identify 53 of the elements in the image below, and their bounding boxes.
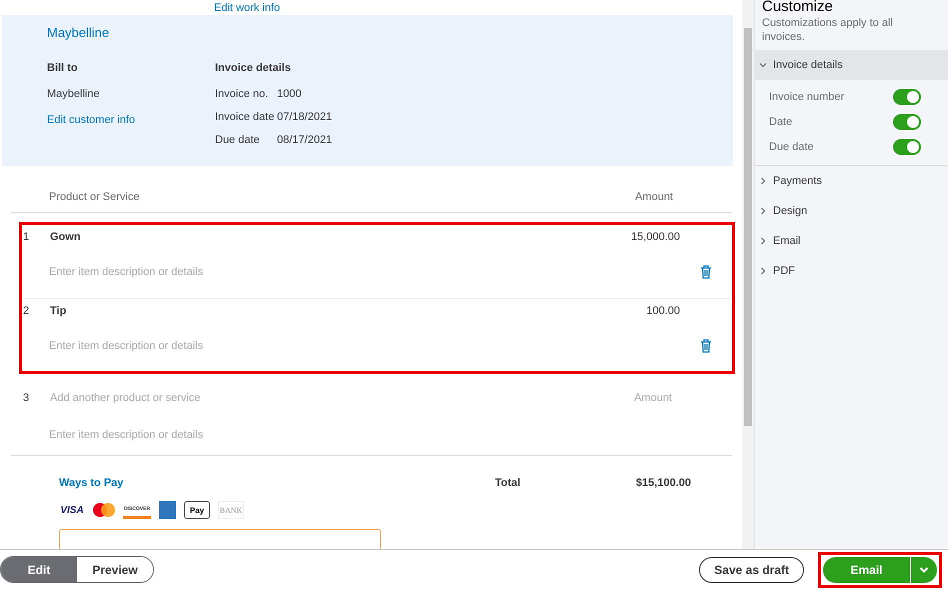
caret-icon bbox=[919, 566, 929, 574]
line-amount[interactable]: 100.00 bbox=[580, 305, 680, 317]
product-name[interactable]: Tip bbox=[50, 305, 580, 317]
line-number: 2 bbox=[22, 305, 30, 317]
mastercard-logo bbox=[93, 503, 115, 517]
chevron-icon bbox=[759, 61, 767, 69]
total-value: $15,100.00 bbox=[636, 477, 691, 491]
section-header[interactable]: PDF bbox=[755, 256, 948, 286]
chevron-icon bbox=[759, 267, 767, 275]
product-name[interactable]: Gown bbox=[50, 231, 580, 243]
ways-to-pay-heading: Ways to Pay bbox=[59, 477, 124, 489]
scrollbar[interactable] bbox=[742, 0, 754, 549]
chevron-icon bbox=[759, 177, 767, 185]
toggle-switch[interactable] bbox=[893, 88, 921, 104]
toggle-label: Invoice number bbox=[769, 90, 844, 102]
field-value: 1000 bbox=[277, 88, 302, 100]
customize-title: Customize bbox=[761, 0, 834, 14]
customer-name: Maybelline bbox=[47, 25, 110, 40]
apple-pay-logo: Pay bbox=[184, 501, 210, 519]
field-label: Invoice date bbox=[215, 111, 276, 123]
edit-work-info-link[interactable]: Edit work info bbox=[214, 2, 280, 14]
trash-icon[interactable] bbox=[700, 265, 712, 279]
bill-to-name: Maybelline bbox=[47, 88, 100, 100]
toggle-switch[interactable] bbox=[893, 114, 921, 130]
trash-icon[interactable] bbox=[700, 339, 712, 353]
line-amount[interactable]: 15,000.00 bbox=[580, 231, 680, 243]
bill-to-heading: Bill to bbox=[47, 62, 78, 74]
customize-subtitle: Customizations apply to all invoices. bbox=[761, 16, 894, 45]
chevron-icon bbox=[759, 237, 767, 245]
column-header: Product or Service bbox=[49, 191, 140, 203]
field-value: 07/18/2021 bbox=[277, 111, 332, 123]
amex-logo bbox=[159, 501, 176, 519]
line-number: 1 bbox=[22, 231, 30, 243]
total-label: Total bbox=[495, 477, 520, 491]
section-header[interactable]: Invoice details bbox=[755, 50, 948, 80]
column-header: Amount bbox=[635, 191, 673, 203]
toggle-label: Date bbox=[769, 116, 792, 128]
field-label: Due date bbox=[215, 134, 261, 146]
toggle-label: Due date bbox=[769, 140, 814, 152]
section-header[interactable]: Email bbox=[755, 226, 948, 256]
field-label: Invoice no. bbox=[215, 88, 270, 100]
chevron-icon bbox=[759, 207, 767, 215]
section-header[interactable]: Payments bbox=[755, 166, 948, 196]
section-header[interactable]: Design bbox=[755, 196, 948, 226]
edit-customer-link[interactable]: Edit customer info bbox=[47, 114, 136, 126]
field-value: 08/17/2021 bbox=[277, 134, 332, 146]
bank-logo: BANK bbox=[218, 501, 244, 519]
invoice-details-heading: Invoice details bbox=[215, 62, 291, 74]
save-draft-button[interactable]: Save as draft bbox=[699, 556, 804, 582]
visa-logo: VISA bbox=[59, 504, 85, 518]
view-tab[interactable]: Edit bbox=[1, 557, 77, 582]
line-number: 3 bbox=[22, 392, 30, 404]
toggle-switch[interactable] bbox=[893, 138, 921, 154]
